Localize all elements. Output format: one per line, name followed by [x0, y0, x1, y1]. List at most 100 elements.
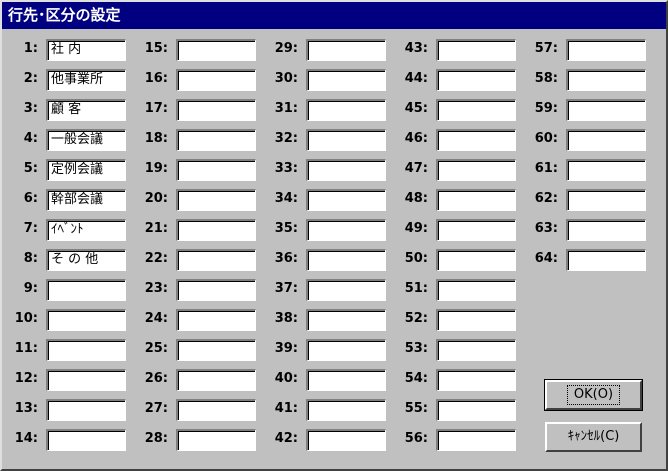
entry-text-field[interactable] — [436, 429, 516, 451]
entry-text-field[interactable] — [566, 99, 646, 121]
entry-text-field[interactable] — [436, 39, 516, 61]
entry-text-field[interactable] — [176, 99, 256, 121]
entry-text-field[interactable] — [436, 99, 516, 121]
entry-number-label: 31: — [274, 101, 298, 116]
entry-text-field[interactable] — [176, 189, 256, 211]
entry-number-label: 4: — [23, 131, 38, 146]
ok-button[interactable]: OK(O) — [544, 379, 643, 411]
entry-text-field[interactable] — [176, 39, 256, 61]
entry-text-field[interactable] — [436, 369, 516, 391]
entry-text-field[interactable] — [46, 339, 126, 361]
entry-number-label: 30: — [274, 71, 298, 86]
entry-number-label: 3: — [23, 101, 38, 116]
entry-text-field[interactable] — [306, 159, 386, 181]
entry-number-label: 41: — [274, 401, 298, 416]
entry-number-label: 17: — [144, 101, 168, 116]
entry-number-label: 15: — [144, 41, 168, 56]
entry-text-field[interactable] — [306, 99, 386, 121]
entry-text-field[interactable] — [46, 399, 126, 421]
entry-text-field[interactable] — [566, 69, 646, 91]
entry-text-field[interactable] — [566, 39, 646, 61]
entry-number-label: 16: — [144, 71, 168, 86]
entry-number-label: 46: — [404, 131, 428, 146]
entry-text-field[interactable] — [436, 129, 516, 151]
entry-text-field[interactable] — [176, 249, 256, 271]
entry-text-field[interactable]: 他事業所 — [46, 69, 126, 91]
entry-text-field[interactable] — [176, 279, 256, 301]
entry-text-field[interactable] — [176, 219, 256, 241]
entry-number-label: 9: — [23, 281, 38, 296]
entry-number-label: 22: — [144, 251, 168, 266]
entry-text-field[interactable] — [306, 69, 386, 91]
cancel-button[interactable]: ｷｬﾝｾﾙ(C) — [545, 422, 642, 452]
entry-number-label: 32: — [274, 131, 298, 146]
entry-text-field[interactable] — [436, 339, 516, 361]
entry-number-label: 58: — [534, 71, 558, 86]
entry-number-label: 54: — [404, 371, 428, 386]
entry-text-field[interactable] — [436, 159, 516, 181]
entry-text-field[interactable] — [176, 399, 256, 421]
entry-text-field[interactable] — [46, 429, 126, 451]
entry-text-field[interactable] — [176, 309, 256, 331]
entry-text-field[interactable] — [566, 219, 646, 241]
entry-number-label: 39: — [274, 341, 298, 356]
entry-text-field[interactable] — [176, 339, 256, 361]
entry-number-label: 24: — [144, 311, 168, 326]
entry-text-field[interactable] — [306, 429, 386, 451]
entry-text-field[interactable]: ｲﾍﾞﾝﾄ — [46, 219, 126, 241]
entry-text-field[interactable] — [306, 309, 386, 331]
entry-text-field[interactable]: 幹部会議 — [46, 189, 126, 211]
entry-text-field[interactable]: 定例会議 — [46, 159, 126, 181]
entry-text-field[interactable] — [566, 189, 646, 211]
entry-number-label: 21: — [144, 221, 168, 236]
entry-number-label: 63: — [534, 221, 558, 236]
entry-text-field[interactable] — [436, 399, 516, 421]
entry-text-field[interactable] — [306, 189, 386, 211]
entry-text-field[interactable] — [176, 159, 256, 181]
entry-text-field[interactable] — [306, 249, 386, 271]
entry-text-field[interactable] — [306, 399, 386, 421]
entry-number-label: 6: — [23, 191, 38, 206]
entry-number-label: 1: — [23, 41, 38, 56]
entry-text-field[interactable] — [566, 249, 646, 271]
entry-text-field[interactable] — [306, 279, 386, 301]
entry-text-field[interactable] — [306, 129, 386, 151]
entry-number-label: 56: — [404, 431, 428, 446]
entry-number-label: 18: — [144, 131, 168, 146]
entry-text-field[interactable] — [176, 129, 256, 151]
entry-text-field[interactable] — [566, 129, 646, 151]
entry-text-field[interactable] — [436, 69, 516, 91]
entry-text-field[interactable] — [176, 69, 256, 91]
entry-text-field[interactable] — [436, 309, 516, 331]
entry-text-field[interactable] — [436, 279, 516, 301]
entry-text-field[interactable]: 顧 客 — [46, 99, 126, 121]
entry-text-field[interactable] — [176, 369, 256, 391]
entry-number-label: 48: — [404, 191, 428, 206]
entry-text-field[interactable] — [306, 39, 386, 61]
entry-text-field[interactable] — [436, 189, 516, 211]
entry-number-label: 52: — [404, 311, 428, 326]
entry-text-field[interactable]: 一般会議 — [46, 129, 126, 151]
entry-text-field[interactable]: 社 内 — [46, 39, 126, 61]
cancel-button-label: ｷｬﾝｾﾙ(C) — [567, 429, 620, 444]
entry-number-label: 14: — [14, 431, 38, 446]
entry-text-field[interactable] — [176, 429, 256, 451]
entry-number-label: 28: — [144, 431, 168, 446]
entry-text-field[interactable]: そ の 他 — [46, 249, 126, 271]
entry-text-field[interactable] — [566, 159, 646, 181]
entry-text-field[interactable] — [436, 249, 516, 271]
entry-text-field[interactable] — [306, 369, 386, 391]
entry-text-field[interactable] — [436, 219, 516, 241]
entry-number-label: 45: — [404, 101, 428, 116]
entry-number-label: 20: — [144, 191, 168, 206]
entry-text-field[interactable] — [46, 279, 126, 301]
entry-number-label: 47: — [404, 161, 428, 176]
entry-text-field[interactable] — [306, 339, 386, 361]
entry-text-field[interactable] — [306, 219, 386, 241]
entry-number-label: 12: — [14, 371, 38, 386]
entry-text-field[interactable] — [46, 309, 126, 331]
entry-text-field[interactable] — [46, 369, 126, 391]
entry-number-label: 61: — [534, 161, 558, 176]
entry-number-label: 29: — [274, 41, 298, 56]
ok-button-label: OK(O) — [566, 385, 621, 405]
